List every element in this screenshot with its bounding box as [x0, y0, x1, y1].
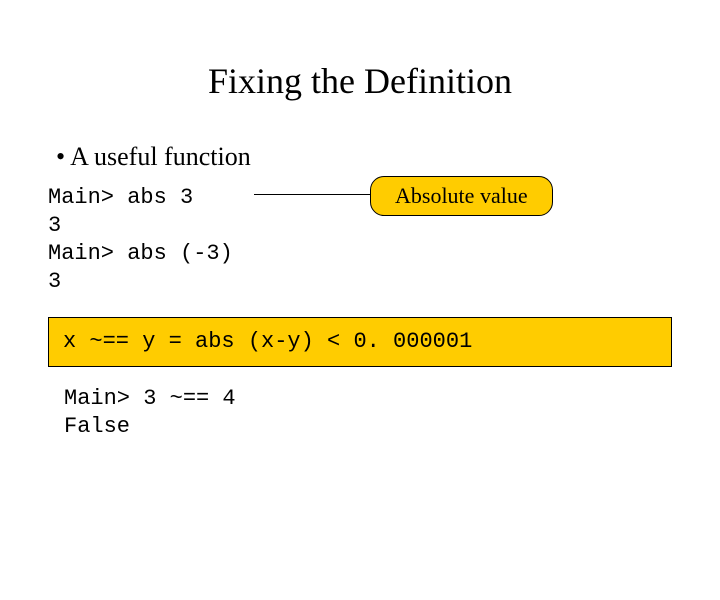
code-block-top: Absolute value Main> abs 3 3 Main> abs (…	[48, 184, 720, 297]
callout-absolute-value: Absolute value	[370, 176, 553, 216]
callout-connector	[254, 194, 374, 195]
code-bottom-example: Main> 3 ~== 4 False	[64, 385, 720, 441]
bullet-useful-function: A useful function	[56, 142, 720, 172]
slide-title: Fixing the Definition	[0, 60, 720, 102]
definition-box: x ~== y = abs (x-y) < 0. 000001	[48, 317, 672, 367]
definition-code: x ~== y = abs (x-y) < 0. 000001	[63, 328, 657, 356]
